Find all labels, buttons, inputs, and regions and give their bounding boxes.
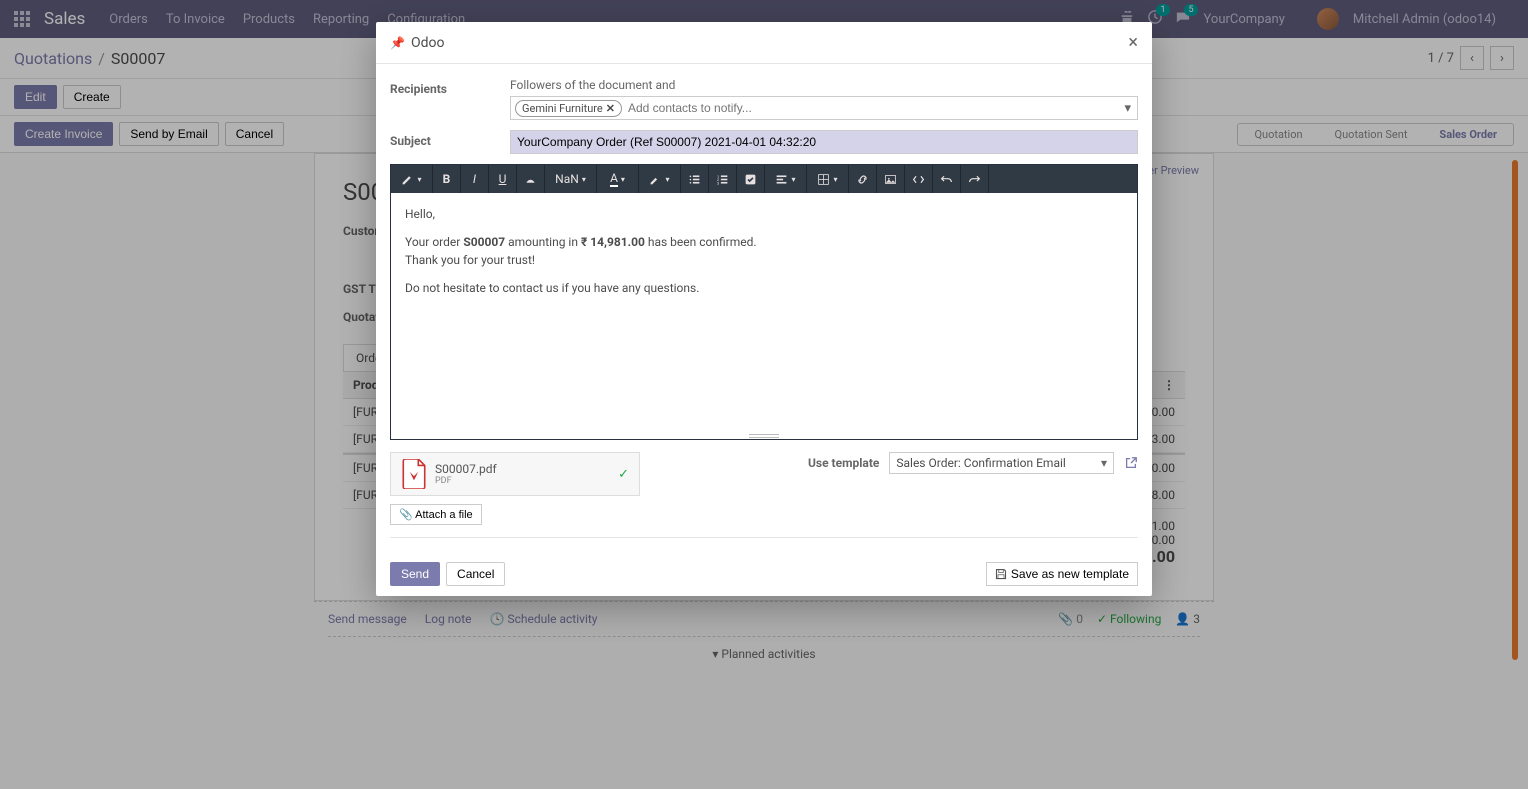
rich-text-editor: B I U NaN A 123	[390, 164, 1138, 440]
use-template-label: Use template	[808, 452, 879, 470]
pin-icon: 📌	[390, 36, 405, 50]
editor-body[interactable]: Hello, Your order S00007 amounting in ₹ …	[391, 193, 1137, 433]
save-icon	[995, 568, 1007, 580]
save-as-template-button[interactable]: Save as new template	[986, 562, 1138, 586]
email-compose-modal: 📌 Odoo × Recipients Followers of the doc…	[376, 22, 1152, 596]
template-select[interactable]: Sales Order: Confirmation Email	[889, 452, 1114, 474]
editor-toolbar: B I U NaN A 123	[391, 165, 1137, 193]
attachment-type: PDF	[435, 476, 497, 486]
bold-button[interactable]: B	[433, 165, 461, 193]
modal-title: Odoo	[411, 35, 445, 51]
attachment-name: S00007.pdf	[435, 462, 497, 476]
link-button[interactable]	[849, 165, 877, 193]
italic-button[interactable]: I	[461, 165, 489, 193]
body-line1: Your order S00007 amounting in ₹ 14,981.…	[405, 233, 1123, 269]
external-link-icon[interactable]	[1124, 456, 1138, 474]
remove-tag-icon[interactable]: ✕	[606, 102, 615, 115]
align-dropdown[interactable]	[765, 165, 807, 193]
editor-style-dropdown[interactable]	[391, 165, 433, 193]
redo-button[interactable]	[961, 165, 989, 193]
font-color-dropdown[interactable]: A	[597, 165, 639, 193]
svg-text:3: 3	[717, 180, 720, 185]
recipients-label: Recipients	[390, 78, 510, 120]
recipients-hint: Followers of the document and	[510, 78, 1138, 92]
modal-cancel-button[interactable]: Cancel	[446, 562, 505, 586]
pdf-icon	[401, 459, 427, 489]
subject-input[interactable]	[510, 130, 1138, 154]
code-view-button[interactable]	[905, 165, 933, 193]
undo-button[interactable]	[933, 165, 961, 193]
recipient-tag[interactable]: Gemini Furniture ✕	[515, 100, 622, 117]
unordered-list-button[interactable]	[681, 165, 709, 193]
recipients-text-input[interactable]	[626, 99, 1133, 117]
font-size-dropdown[interactable]: NaN	[545, 165, 597, 193]
ordered-list-button[interactable]: 123	[709, 165, 737, 193]
table-dropdown[interactable]	[807, 165, 849, 193]
recipients-input[interactable]: Gemini Furniture ✕ ▾	[510, 96, 1138, 120]
body-line3: Do not hesitate to contact us if you hav…	[405, 279, 1123, 297]
body-greeting: Hello,	[405, 205, 1123, 223]
close-icon[interactable]: ×	[1128, 32, 1138, 53]
image-button[interactable]	[877, 165, 905, 193]
highlight-dropdown[interactable]	[639, 165, 681, 193]
checklist-button[interactable]	[737, 165, 765, 193]
send-button[interactable]: Send	[390, 562, 440, 586]
recipients-dropdown-icon[interactable]: ▾	[1124, 101, 1131, 116]
editor-resize-handle[interactable]	[391, 433, 1137, 439]
remove-format-button[interactable]	[517, 165, 545, 193]
subject-label: Subject	[390, 130, 510, 154]
attach-file-button[interactable]: 📎 Attach a file	[390, 504, 482, 525]
attachment-item[interactable]: S00007.pdf PDF ✓	[390, 452, 640, 496]
modal-overlay: 📌 Odoo × Recipients Followers of the doc…	[0, 0, 1528, 789]
underline-button[interactable]: U	[489, 165, 517, 193]
attachment-check-icon: ✓	[618, 467, 629, 482]
